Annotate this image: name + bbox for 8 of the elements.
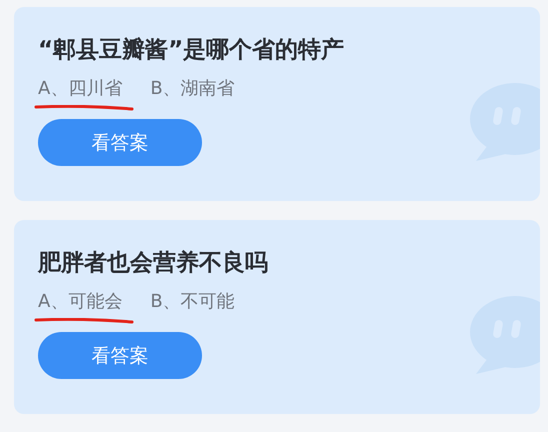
view-answer-button[interactable]: 看答案: [38, 332, 202, 379]
question-text: 肥胖者也会营养不良吗: [38, 249, 269, 278]
answer-option: A、四川省: [38, 77, 122, 113]
answer-option: B、湖南省: [150, 77, 235, 113]
answer-option: B、不可能: [150, 290, 235, 326]
question-text: “郫县豆瓣酱”是哪个省的特产: [38, 36, 346, 65]
view-answer-button[interactable]: 看答案: [38, 119, 202, 166]
answer-option: A、可能会: [38, 290, 122, 326]
